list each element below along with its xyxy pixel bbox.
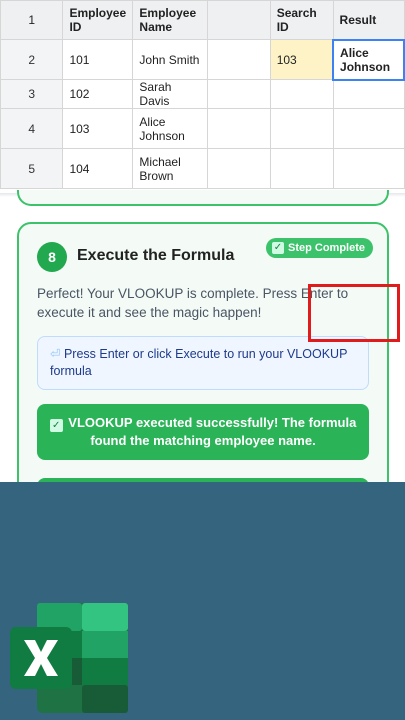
table-row: 1 Employee ID Employee Name Search ID Re… <box>0 0 405 40</box>
cell[interactable]: 104 <box>62 148 134 189</box>
cell[interactable]: Alice Johnson <box>132 108 209 149</box>
cell[interactable]: 101 <box>62 39 134 80</box>
result-cell[interactable]: Alice Johnson <box>332 38 405 81</box>
excel-logo-icon <box>10 603 128 713</box>
success-text: VLOOKUP executed successfully! The formu… <box>68 415 357 448</box>
step-title: Execute the Formula <box>77 247 235 264</box>
row-number[interactable]: 5 <box>0 148 64 189</box>
cell[interactable]: Michael Brown <box>132 148 209 189</box>
header-search-id[interactable]: Search ID <box>269 0 334 40</box>
highlight-annotation <box>308 284 400 342</box>
cell[interactable] <box>207 79 271 109</box>
cell[interactable] <box>332 108 405 149</box>
row-number[interactable]: 4 <box>0 108 64 149</box>
row-number[interactable]: 1 <box>0 0 64 40</box>
table-row: 4 103 Alice Johnson <box>0 108 405 149</box>
cell[interactable] <box>207 108 271 149</box>
header-employee-name[interactable]: Employee Name <box>132 0 209 40</box>
header-result[interactable]: Result <box>332 0 405 40</box>
hint-text: Press Enter or click Execute to run your… <box>50 347 348 378</box>
badge-label: Step Complete <box>287 242 365 254</box>
employee-table: 1 Employee ID Employee Name Search ID Re… <box>0 0 405 189</box>
cell[interactable]: 102 <box>62 79 134 109</box>
step-number: 8 <box>37 242 67 272</box>
cell[interactable] <box>332 79 405 109</box>
header-employee-id[interactable]: Employee ID <box>62 0 134 40</box>
header-empty[interactable] <box>207 0 271 40</box>
cell[interactable]: 103 <box>62 108 134 149</box>
cell[interactable] <box>207 39 271 80</box>
table-row: 3 102 Sarah Davis <box>0 79 405 109</box>
row-number[interactable]: 3 <box>0 79 64 109</box>
cell[interactable]: John Smith <box>132 39 209 80</box>
step-card: 8 Execute the Formula ✓ Step Complete Pe… <box>17 222 389 526</box>
row-number[interactable]: 2 <box>0 39 64 80</box>
check-box-icon: ✓ <box>49 419 63 432</box>
enter-key-icon: ⏎ <box>50 347 61 361</box>
spreadsheet: 1 Employee ID Employee Name Search ID Re… <box>0 0 405 196</box>
hint-box: ⏎ Press Enter or click Execute to run yo… <box>37 336 369 390</box>
cell[interactable] <box>269 148 334 189</box>
cell[interactable] <box>269 79 334 109</box>
previous-step-card <box>17 190 389 206</box>
table-row: 2 101 John Smith 103 Alice Johnson <box>0 38 405 81</box>
table-row: 5 104 Michael Brown <box>0 148 405 189</box>
check-box-icon: ✓ <box>271 242 284 254</box>
search-id-cell[interactable]: 103 <box>269 39 334 80</box>
cell[interactable] <box>207 148 271 189</box>
success-message: ✓ VLOOKUP executed successfully! The for… <box>37 404 369 460</box>
step-complete-badge: ✓ Step Complete <box>265 238 373 258</box>
cell[interactable] <box>269 108 334 149</box>
cell[interactable]: Sarah Davis <box>132 79 209 109</box>
cell[interactable] <box>332 148 405 189</box>
